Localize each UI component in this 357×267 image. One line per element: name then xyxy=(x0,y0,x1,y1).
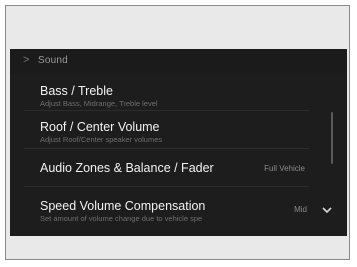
item-description: Adjust Roof/Center speaker volumes xyxy=(40,135,163,144)
list-item-audio-zones[interactable]: Audio Zones & Balance / Fader Full Vehic… xyxy=(10,149,347,184)
list-item-speed-volume-compensation[interactable]: Speed Volume Compensation Set amount of … xyxy=(10,187,347,227)
item-label: Bass / Treble xyxy=(40,84,113,98)
screenshot-frame: > Sound Bass / Treble Adjust Bass, Midra… xyxy=(5,5,350,260)
list-item-roof-center-volume[interactable]: Roof / Center Volume Adjust Roof/Center … xyxy=(10,111,347,146)
item-label: Audio Zones & Balance / Fader xyxy=(40,161,214,175)
chevron-down-icon[interactable] xyxy=(321,205,333,215)
back-chevron-icon[interactable]: > xyxy=(23,54,29,66)
item-value: Full Vehicle xyxy=(264,164,305,173)
list-item-bass-treble[interactable]: Bass / Treble Adjust Bass, Midrange, Tre… xyxy=(10,74,347,109)
screen-header: > Sound xyxy=(10,49,347,74)
item-value: Mid xyxy=(294,205,307,214)
page-title: Sound xyxy=(38,55,68,66)
item-description: Set amount of volume change due to vehic… xyxy=(40,214,203,223)
item-label: Speed Volume Compensation xyxy=(40,199,206,213)
item-description: Adjust Bass, Midrange, Treble level xyxy=(40,99,158,108)
scrollbar[interactable] xyxy=(331,112,333,164)
sound-settings-screen: > Sound Bass / Treble Adjust Bass, Midra… xyxy=(10,49,347,236)
item-label: Roof / Center Volume xyxy=(40,120,160,134)
